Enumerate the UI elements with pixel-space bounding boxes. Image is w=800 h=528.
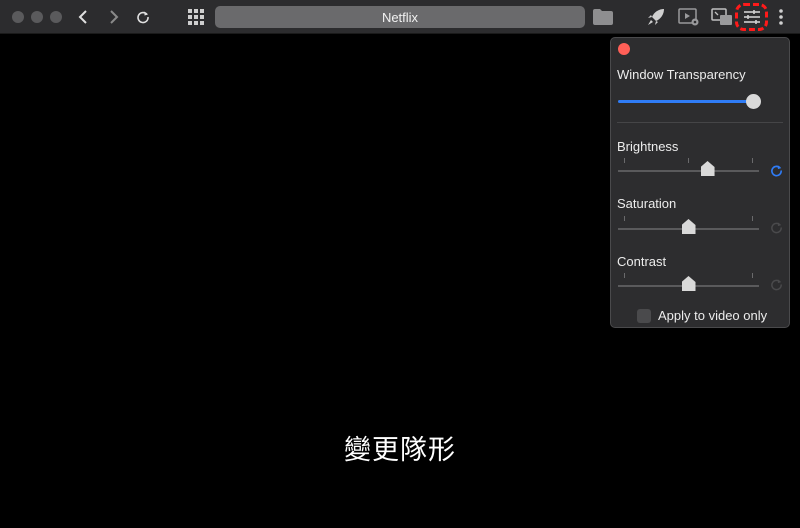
slider-tick [752, 158, 753, 163]
reset-icon [770, 221, 782, 233]
back-button[interactable] [74, 5, 92, 29]
saturation-label: Saturation [617, 196, 677, 211]
chevron-right-icon [110, 10, 119, 24]
browser-toolbar: Netflix [0, 0, 800, 34]
rocket-button[interactable] [645, 5, 667, 29]
mini-player-icon [711, 8, 732, 25]
grid-icon [188, 9, 204, 25]
more-button[interactable] [775, 5, 787, 29]
divider [617, 122, 783, 123]
chevron-left-icon [78, 10, 87, 24]
adjustments-button[interactable] [738, 5, 766, 29]
forward-button[interactable] [105, 5, 123, 29]
folder-button[interactable] [592, 5, 614, 29]
slider-tick [624, 273, 625, 278]
slider-tick [624, 158, 625, 163]
contrast-label: Contrast [617, 254, 667, 269]
reset-icon [770, 278, 782, 290]
panel-close-button[interactable] [618, 43, 630, 55]
apply-to-video-only-row[interactable]: Apply to video only [637, 308, 767, 323]
contrast-slider[interactable] [618, 273, 759, 297]
window-transparency-knob[interactable] [746, 94, 762, 109]
pip-settings-icon [678, 8, 699, 26]
slider-tick [752, 216, 753, 221]
brightness-reset-button[interactable] [769, 163, 783, 177]
saturation-slider[interactable] [618, 216, 759, 240]
brightness-knob[interactable] [700, 161, 715, 176]
pip-settings-button[interactable] [677, 5, 701, 29]
video-subtitle: 變更隊形 [344, 435, 456, 466]
reload-button[interactable] [134, 5, 152, 29]
apply-to-video-only-label: Apply to video only [658, 308, 768, 323]
page-title: Netflix [381, 9, 419, 25]
window-transparency-label: Window Transparency [617, 67, 746, 82]
contrast-reset-button[interactable] [769, 277, 783, 291]
saturation-reset-button[interactable] [769, 220, 783, 234]
slider-track [618, 170, 759, 172]
slider-tick [624, 216, 625, 221]
contrast-knob[interactable] [681, 276, 696, 291]
apps-button[interactable] [186, 5, 206, 29]
window-close-button[interactable] [12, 11, 24, 23]
adjustments-panel: Window Transparency Brightness Saturatio… [610, 37, 790, 328]
folder-icon [593, 9, 613, 25]
window-minimize-button[interactable] [31, 11, 43, 23]
mini-player-button[interactable] [710, 5, 734, 29]
brightness-slider[interactable] [618, 158, 759, 182]
reload-icon [137, 11, 149, 24]
slider-tick [688, 158, 689, 163]
window-zoom-button[interactable] [50, 11, 62, 23]
reset-icon [770, 164, 782, 176]
saturation-knob[interactable] [681, 219, 696, 234]
slider-tick [752, 273, 753, 278]
more-vertical-icon [779, 9, 783, 25]
brightness-label: Brightness [617, 139, 679, 154]
address-bar[interactable]: Netflix [215, 6, 585, 28]
apply-to-video-only-checkbox[interactable] [637, 308, 651, 323]
rocket-icon [648, 9, 664, 25]
window-transparency-track[interactable] [618, 100, 753, 103]
sliders-icon [744, 10, 760, 24]
